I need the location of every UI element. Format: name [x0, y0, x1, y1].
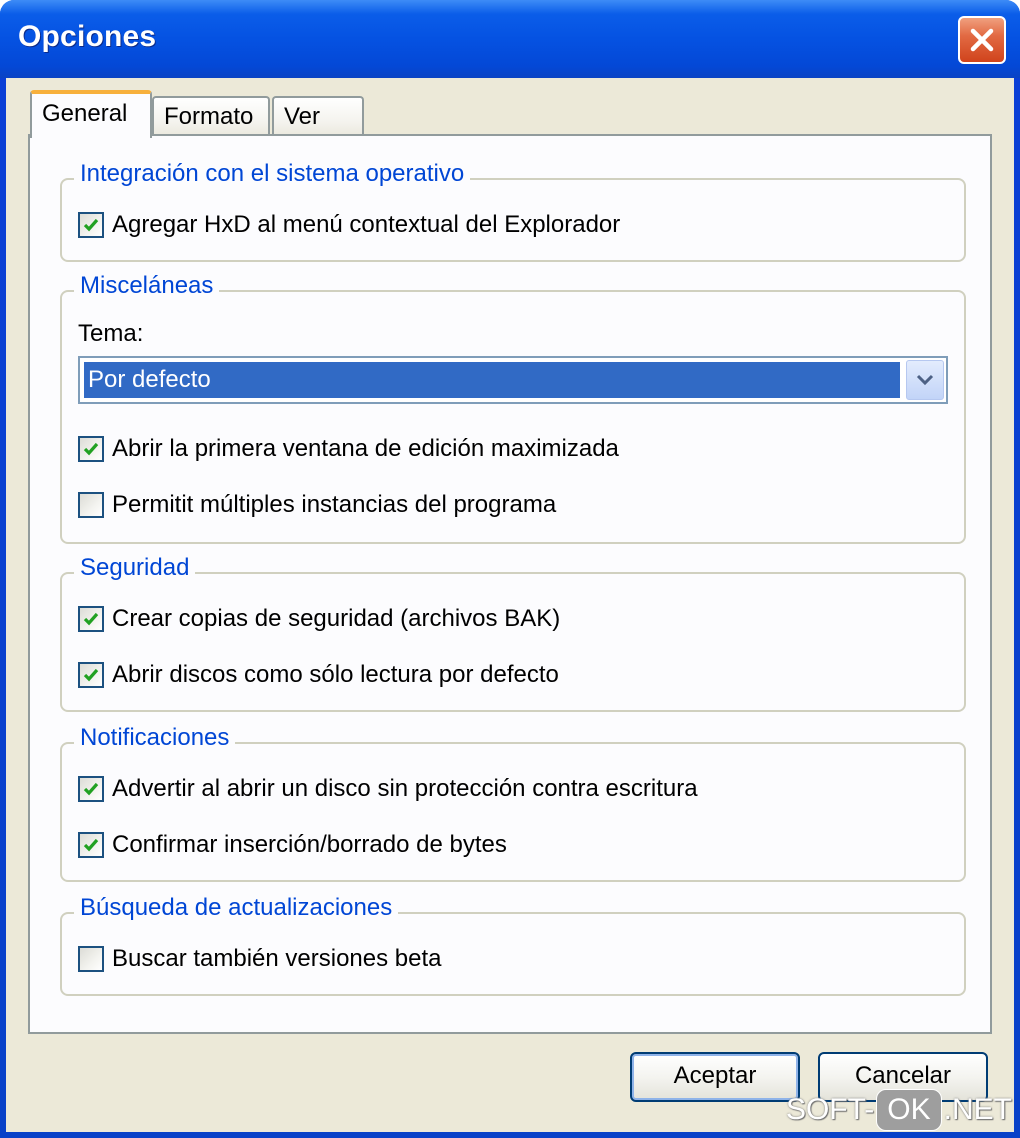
- watermark: SOFT- OK .NET: [786, 1088, 1012, 1132]
- checkbox-label: Abrir discos como sólo lectura por defec…: [112, 661, 559, 688]
- group-integracion: Integración con el sistema operativo Agr…: [60, 160, 966, 262]
- tab-label: General: [42, 100, 128, 127]
- group-title: Misceláneas: [74, 272, 220, 300]
- options-dialog: Opciones Ver Formato General Integración…: [0, 0, 1020, 1138]
- accept-button[interactable]: Aceptar: [630, 1052, 800, 1102]
- tab-general[interactable]: General: [30, 90, 152, 138]
- checkmark-icon: [83, 442, 99, 456]
- checkbox[interactable]: [78, 492, 104, 518]
- tab-label: Formato: [164, 103, 254, 130]
- checkmark-icon: [83, 218, 99, 232]
- theme-select-value: Por defecto: [84, 362, 900, 398]
- title-bar[interactable]: Opciones: [0, 0, 1020, 78]
- theme-select-dropdown-button[interactable]: [906, 360, 944, 400]
- group-miscelaneas: Misceláneas Tema: Por defecto Abrir la p…: [60, 272, 966, 544]
- checkbox-confirm-insert-delete[interactable]: Confirmar inserción/borrado de bytes: [78, 828, 507, 862]
- tab-ver[interactable]: Ver: [272, 96, 364, 138]
- theme-label: Tema:: [78, 320, 144, 347]
- checkbox-label: Advertir al abrir un disco sin protecció…: [112, 775, 698, 802]
- checkmark-icon: [83, 668, 99, 682]
- checkbox-warn-unprotected-disk[interactable]: Advertir al abrir un disco sin protecció…: [78, 772, 698, 806]
- group-seguridad: Seguridad Crear copias de seguridad (arc…: [60, 554, 966, 712]
- watermark-ok: OK: [876, 1089, 942, 1131]
- checkbox[interactable]: [78, 662, 104, 688]
- checkbox-label: Permitit múltiples instancias del progra…: [112, 491, 557, 518]
- watermark-left: SOFT-: [785, 1093, 875, 1126]
- group-notificaciones: Notificaciones Advertir al abrir un disc…: [60, 724, 966, 882]
- checkbox-label: Buscar también versiones beta: [112, 945, 442, 972]
- group-busqueda: Búsqueda de actualizaciones Buscar tambi…: [60, 894, 966, 996]
- checkbox[interactable]: [78, 776, 104, 802]
- window-title: Opciones: [18, 20, 157, 53]
- checkbox-label: Confirmar inserción/borrado de bytes: [112, 831, 507, 858]
- checkmark-icon: [83, 838, 99, 852]
- checkbox[interactable]: [78, 606, 104, 632]
- checkbox-label: Crear copias de seguridad (archivos BAK): [112, 605, 561, 632]
- group-title: Seguridad: [74, 554, 196, 582]
- close-button[interactable]: [958, 16, 1006, 64]
- checkbox-explorer-context-menu[interactable]: Agregar HxD al menú contextual del Explo…: [78, 208, 620, 242]
- checkmark-icon: [83, 612, 99, 626]
- checkbox[interactable]: [78, 212, 104, 238]
- checkbox-multiple-instances[interactable]: Permitit múltiples instancias del progra…: [78, 488, 556, 522]
- tab-formato[interactable]: Formato: [152, 96, 270, 138]
- theme-select[interactable]: Por defecto: [78, 356, 948, 404]
- group-title: Integración con el sistema operativo: [74, 160, 471, 188]
- tab-panel-general: Integración con el sistema operativo Agr…: [28, 134, 992, 1034]
- checkbox-beta-versions[interactable]: Buscar también versiones beta: [78, 942, 442, 976]
- checkbox-read-only-disks[interactable]: Abrir discos como sólo lectura por defec…: [78, 658, 559, 692]
- checkbox[interactable]: [78, 436, 104, 462]
- checkbox[interactable]: [78, 832, 104, 858]
- checkbox-backup-copies[interactable]: Crear copias de seguridad (archivos BAK): [78, 602, 560, 636]
- close-icon: [970, 28, 994, 52]
- chevron-down-icon: [916, 374, 934, 386]
- checkbox-maximize-first-window[interactable]: Abrir la primera ventana de edición maxi…: [78, 432, 619, 466]
- watermark-right: .NET: [943, 1093, 1012, 1126]
- group-title: Búsqueda de actualizaciones: [74, 894, 399, 922]
- checkbox-label: Abrir la primera ventana de edición maxi…: [112, 435, 619, 462]
- group-title: Notificaciones: [74, 724, 236, 752]
- checkbox[interactable]: [78, 946, 104, 972]
- checkbox-label: Agregar HxD al menú contextual del Explo…: [112, 211, 621, 238]
- dialog-client-area: Ver Formato General Integración con el s…: [6, 78, 1014, 1132]
- checkmark-icon: [83, 782, 99, 796]
- tab-label: Ver: [284, 103, 321, 130]
